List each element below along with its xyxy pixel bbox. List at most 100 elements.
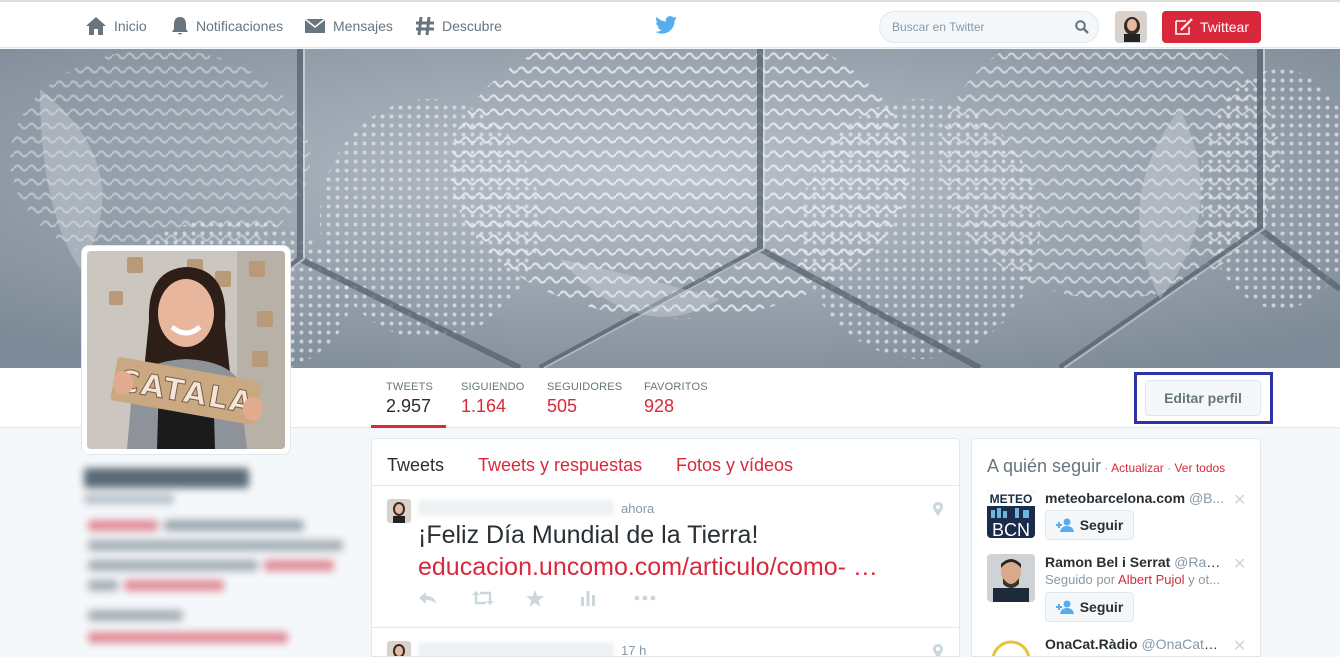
meteobarcelona-logo: METEO BCN xyxy=(987,490,1035,538)
logo-text-top: METEO xyxy=(990,492,1033,506)
dismiss-close-icon[interactable]: ✕ xyxy=(1233,554,1246,574)
search-input[interactable] xyxy=(880,12,1060,42)
location-pin-icon[interactable] xyxy=(933,644,943,657)
stat-following-value: 1.164 xyxy=(461,396,507,416)
tweet-link[interactable]: educacion.uncomo.com/articulo/como- … xyxy=(418,551,878,583)
retweet-icon xyxy=(472,591,494,605)
stat-favorites[interactable]: FAVORITOS 928 xyxy=(644,368,708,428)
bell-icon xyxy=(172,17,188,35)
twitter-bird-icon[interactable] xyxy=(655,16,677,34)
more-action[interactable] xyxy=(634,590,688,610)
tab-tweets-replies[interactable]: Tweets y respuestas xyxy=(478,455,642,476)
tweet-item[interactable]: ahora ¡Feliz Día Mundial de la Tierra! e… xyxy=(372,486,959,628)
compose-tweet-label: Twittear xyxy=(1199,19,1249,35)
profile-avatar[interactable]: CATALA xyxy=(81,245,291,455)
suggestion-avatar[interactable] xyxy=(987,554,1035,602)
search-icon[interactable] xyxy=(1075,20,1089,34)
stat-following[interactable]: SIGUIENDO 1.164 xyxy=(461,368,525,428)
dismiss-close-icon[interactable]: ✕ xyxy=(1233,636,1246,656)
stat-followers-value: 505 xyxy=(547,396,578,416)
suggestion-item: Ramon Bel i Serrat @Ram... Seguido por A… xyxy=(972,554,1260,624)
favorite-action[interactable] xyxy=(526,590,580,610)
logo-text-bottom: BCN xyxy=(992,520,1030,538)
avatar xyxy=(1116,12,1146,42)
nav-discover-label: Descubre xyxy=(442,18,502,34)
nav-home-label: Inicio xyxy=(114,18,147,34)
suggestion-name[interactable]: Ramon Bel i Serrat @Ram... xyxy=(1045,554,1227,570)
more-dots-icon xyxy=(634,595,656,601)
suggestion-context: Seguido por Albert Pujol y ot... xyxy=(1045,572,1220,587)
tweet-actions xyxy=(418,590,688,610)
top-navigation-bar: Inicio Notificaciones Mensajes Descubre … xyxy=(0,0,1340,48)
context-user-link[interactable]: Albert Pujol xyxy=(1118,572,1184,587)
avatar-photo: CATALA xyxy=(87,251,285,449)
suggestion-avatar[interactable] xyxy=(987,636,1035,656)
avatar xyxy=(987,554,1035,602)
add-user-icon xyxy=(1055,600,1074,614)
timeline-panel: Tweets Tweets y respuestas Fotos y vídeo… xyxy=(371,438,960,657)
compose-tweet-button[interactable]: Twittear xyxy=(1162,11,1261,43)
stat-followers-label: SEGUIDORES xyxy=(547,381,623,393)
header-separator: · xyxy=(1163,461,1175,475)
timeline-tabs: Tweets Tweets y respuestas Fotos y vídeo… xyxy=(372,439,959,486)
tab-photos-videos[interactable]: Fotos y vídeos xyxy=(676,455,793,476)
hashtag-icon xyxy=(416,16,434,36)
stat-tweets-value: 2.957 xyxy=(386,396,432,416)
stat-tweets[interactable]: TWEETS 2.957 xyxy=(371,368,446,428)
home-icon xyxy=(86,17,106,35)
tab-tweets[interactable]: Tweets xyxy=(387,455,444,476)
nav-notifications-label: Notificaciones xyxy=(196,18,284,34)
who-to-follow-title: A quién seguir xyxy=(987,456,1102,476)
suggestion-item: METEO BCN meteobarcelona.com @B... ✕ Seg… xyxy=(972,490,1260,554)
search-box[interactable] xyxy=(879,11,1099,43)
suggestion-name[interactable]: meteobarcelona.com @B... xyxy=(1045,490,1227,506)
follow-button[interactable]: Seguir xyxy=(1045,592,1134,622)
stat-tweets-label: TWEETS xyxy=(386,381,434,393)
reply-icon xyxy=(419,592,436,604)
analytics-action[interactable] xyxy=(580,590,634,610)
follow-button-label: Seguir xyxy=(1079,599,1124,615)
follow-button-label: Seguir xyxy=(1079,517,1124,533)
header-separator: · xyxy=(1101,461,1112,475)
nav-messages-label: Mensajes xyxy=(333,18,393,34)
follow-button[interactable]: Seguir xyxy=(1045,510,1134,540)
suggestion-item: OnaCat.Ràdio @OnaCatRa... ✕ xyxy=(972,636,1260,656)
tweet-item[interactable]: 17 h xyxy=(372,628,959,657)
envelope-icon xyxy=(304,18,326,33)
nav-messages[interactable]: Mensajes xyxy=(304,14,393,38)
avatar xyxy=(987,636,1035,656)
reply-action[interactable] xyxy=(418,590,472,610)
avatar xyxy=(387,641,411,656)
stat-following-label: SIGUIENDO xyxy=(461,381,525,393)
edit-profile-button[interactable]: Editar perfil xyxy=(1145,380,1261,416)
tweet-avatar[interactable] xyxy=(387,641,411,656)
avatar xyxy=(387,499,411,523)
compose-icon xyxy=(1175,18,1193,35)
star-icon xyxy=(526,590,544,607)
profile-info-blurred xyxy=(84,462,354,657)
user-avatar-menu[interactable] xyxy=(1115,11,1147,43)
suggestion-name[interactable]: OnaCat.Ràdio @OnaCatRa... xyxy=(1045,636,1227,652)
retweet-action[interactable] xyxy=(472,590,526,610)
tweet-timestamp[interactable]: 17 h xyxy=(621,643,646,656)
tweet-author-blurred xyxy=(418,500,614,516)
who-to-follow-panel: A quién seguir · Actualizar · Ver todos … xyxy=(971,438,1261,657)
nav-discover[interactable]: Descubre xyxy=(415,14,502,38)
tweet-text: ¡Feliz Día Mundial de la Tierra! xyxy=(418,521,759,549)
location-pin-icon[interactable] xyxy=(933,502,943,516)
bar-chart-icon xyxy=(581,591,595,606)
tweet-timestamp[interactable]: ahora xyxy=(621,501,654,516)
suggestion-avatar[interactable]: METEO BCN xyxy=(987,490,1035,538)
add-user-icon xyxy=(1055,518,1074,532)
who-to-follow-header: A quién seguir · Actualizar · Ver todos xyxy=(987,456,1225,477)
dismiss-close-icon[interactable]: ✕ xyxy=(1233,490,1246,510)
view-all-link[interactable]: Ver todos xyxy=(1174,461,1225,475)
stat-favorites-label: FAVORITOS xyxy=(644,381,708,393)
nav-notifications[interactable]: Notificaciones xyxy=(171,14,283,38)
stat-followers[interactable]: SEGUIDORES 505 xyxy=(547,368,622,428)
nav-home[interactable]: Inicio xyxy=(85,14,147,38)
stat-favorites-value: 928 xyxy=(644,396,675,416)
tweet-author-blurred xyxy=(418,642,614,656)
tweet-avatar[interactable] xyxy=(387,499,411,523)
refresh-link[interactable]: Actualizar xyxy=(1111,461,1164,475)
